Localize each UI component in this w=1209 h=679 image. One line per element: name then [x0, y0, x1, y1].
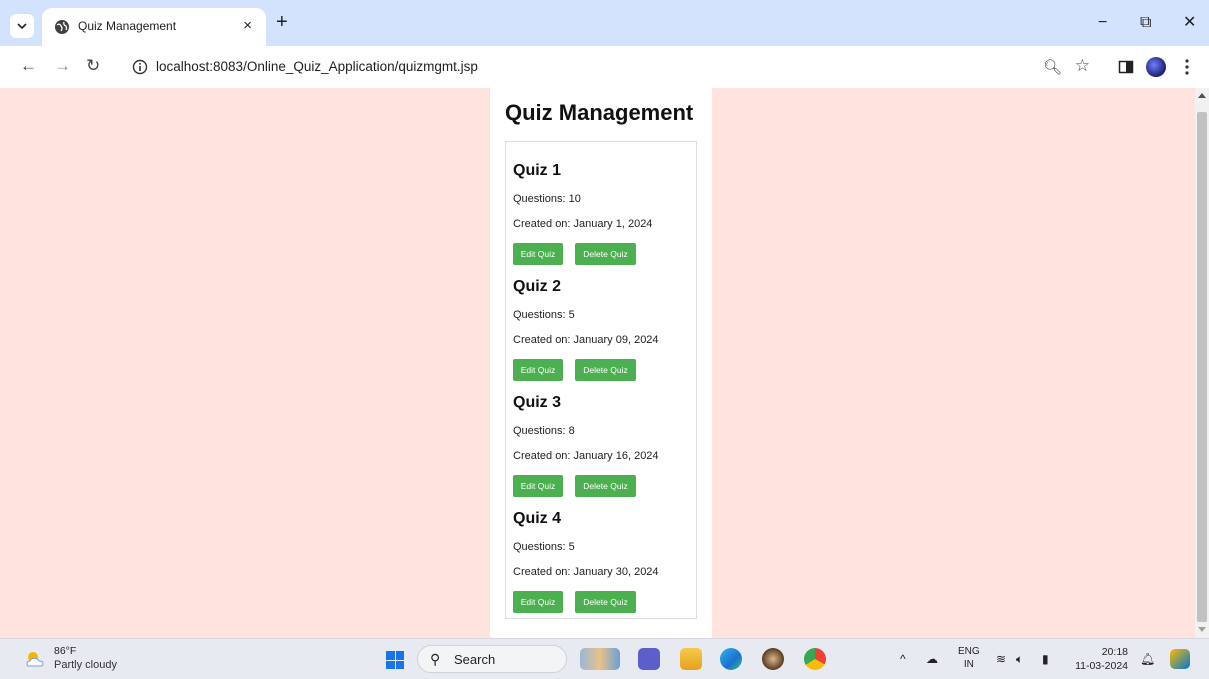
reload-icon[interactable]: ↻: [86, 56, 100, 76]
scroll-up-arrow-icon[interactable]: [1198, 93, 1206, 98]
weather-description[interactable]: Partly cloudy: [54, 659, 117, 671]
taskbar: 86°F Partly cloudy ⚲ Search ^ ☁ ENG IN ≋…: [0, 638, 1209, 679]
tab-close-icon[interactable]: ×: [243, 18, 252, 34]
cloud-icon[interactable]: ☁: [926, 652, 938, 666]
battery-icon[interactable]: ▮: [1042, 652, 1049, 666]
clock-date: 11-03-2024: [1075, 660, 1128, 672]
quiz-created-date: Created on: January 1, 2024: [513, 218, 653, 230]
wifi-icon[interactable]: ≋: [996, 652, 1006, 666]
edge-icon[interactable]: [720, 648, 742, 670]
browser-tab[interactable]: Quiz Management ×: [42, 8, 266, 46]
edit-quiz-button[interactable]: Edit Quiz: [513, 591, 563, 613]
scroll-down-arrow-icon[interactable]: [1198, 627, 1206, 632]
delete-quiz-button[interactable]: Delete Quiz: [575, 243, 636, 265]
weather-temperature[interactable]: 86°F: [54, 645, 76, 657]
quiz-created-date: Created on: January 16, 2024: [513, 450, 659, 462]
chevron-up-icon[interactable]: ^: [900, 652, 906, 666]
speaker-icon[interactable]: 🔈︎: [1016, 652, 1023, 667]
close-window-button[interactable]: ✕: [1183, 14, 1196, 32]
globe-icon: [55, 20, 69, 34]
quiz-questions: Questions: 5: [513, 541, 575, 553]
scrollbar-thumb[interactable]: [1197, 112, 1207, 622]
back-icon[interactable]: ←: [20, 56, 37, 76]
language-region: IN: [963, 659, 974, 670]
clock-time: 20:18: [1101, 646, 1128, 658]
quiz-name: Quiz 3: [513, 394, 562, 411]
zoom-icon[interactable]: 🔍︎: [1043, 58, 1062, 76]
quiz-questions: Questions: 10: [513, 193, 581, 205]
copilot-icon[interactable]: [1170, 649, 1190, 669]
restore-button[interactable]: ⧉: [1140, 14, 1151, 32]
browser-tab-strip: Quiz Management × + − ⧉ ✕: [0, 0, 1209, 46]
page-viewport: Quiz Management Quiz 1 Questions: 10 Cre…: [0, 88, 1195, 638]
side-panel-icon[interactable]: [1118, 59, 1134, 75]
partly-cloudy-icon[interactable]: [24, 649, 46, 669]
language-indicator[interactable]: ENG IN: [958, 645, 980, 671]
search-label: Search: [454, 652, 496, 667]
delete-quiz-button[interactable]: Delete Quiz: [575, 475, 636, 497]
search-icon: ⚲: [430, 651, 441, 667]
tab-search-button[interactable]: [10, 14, 34, 38]
quiz-created-date: Created on: January 09, 2024: [513, 334, 659, 346]
notification-bell-icon[interactable]: 🔔︎: [1140, 652, 1155, 666]
quiz-questions: Questions: 8: [513, 425, 575, 437]
quiz-name: Quiz 1: [513, 162, 562, 179]
forward-icon[interactable]: →: [54, 56, 71, 76]
address-bar[interactable]: localhost:8083/Online_Quiz_Application/q…: [118, 51, 1102, 83]
minimize-button[interactable]: −: [1098, 14, 1107, 32]
profile-avatar[interactable]: [1146, 57, 1166, 77]
edit-quiz-button[interactable]: Edit Quiz: [513, 475, 563, 497]
teams-icon[interactable]: [638, 648, 660, 670]
new-tab-button[interactable]: +: [276, 12, 288, 32]
quiz-questions: Questions: 5: [513, 309, 575, 321]
info-icon[interactable]: [132, 59, 148, 75]
delete-quiz-button[interactable]: Delete Quiz: [575, 591, 636, 613]
chevron-down-icon: [17, 23, 27, 30]
chrome-icon[interactable]: [804, 648, 826, 670]
file-explorer-icon[interactable]: [680, 648, 702, 670]
widgets-app-icon[interactable]: [580, 648, 620, 670]
page-title: Quiz Management: [505, 100, 694, 125]
more-icon[interactable]: [1184, 58, 1190, 76]
star-icon[interactable]: ☆: [1075, 56, 1090, 76]
taskbar-search[interactable]: ⚲ Search: [417, 645, 567, 673]
app-icon[interactable]: [762, 648, 784, 670]
edit-quiz-button[interactable]: Edit Quiz: [513, 243, 563, 265]
quiz-management-container: Quiz Management Quiz 1 Questions: 10 Cre…: [490, 88, 712, 638]
system-clock[interactable]: 20:18 11-03-2024: [1072, 645, 1128, 673]
quiz-list: Quiz 1 Questions: 10 Created on: January…: [505, 141, 697, 619]
quiz-created-date: Created on: January 30, 2024: [513, 566, 659, 578]
tab-title: Quiz Management: [78, 19, 177, 33]
windows-start-icon[interactable]: [386, 651, 404, 669]
url-text[interactable]: localhost:8083/Online_Quiz_Application/q…: [156, 59, 478, 74]
delete-quiz-button[interactable]: Delete Quiz: [575, 359, 636, 381]
browser-toolbar: ← → ↻ localhost:8083/Online_Quiz_Applica…: [0, 46, 1209, 88]
edit-quiz-button[interactable]: Edit Quiz: [513, 359, 563, 381]
vertical-scrollbar[interactable]: [1195, 88, 1209, 638]
quiz-name: Quiz 2: [513, 278, 562, 295]
quiz-name: Quiz 4: [513, 510, 562, 527]
language-code: ENG: [958, 646, 980, 657]
